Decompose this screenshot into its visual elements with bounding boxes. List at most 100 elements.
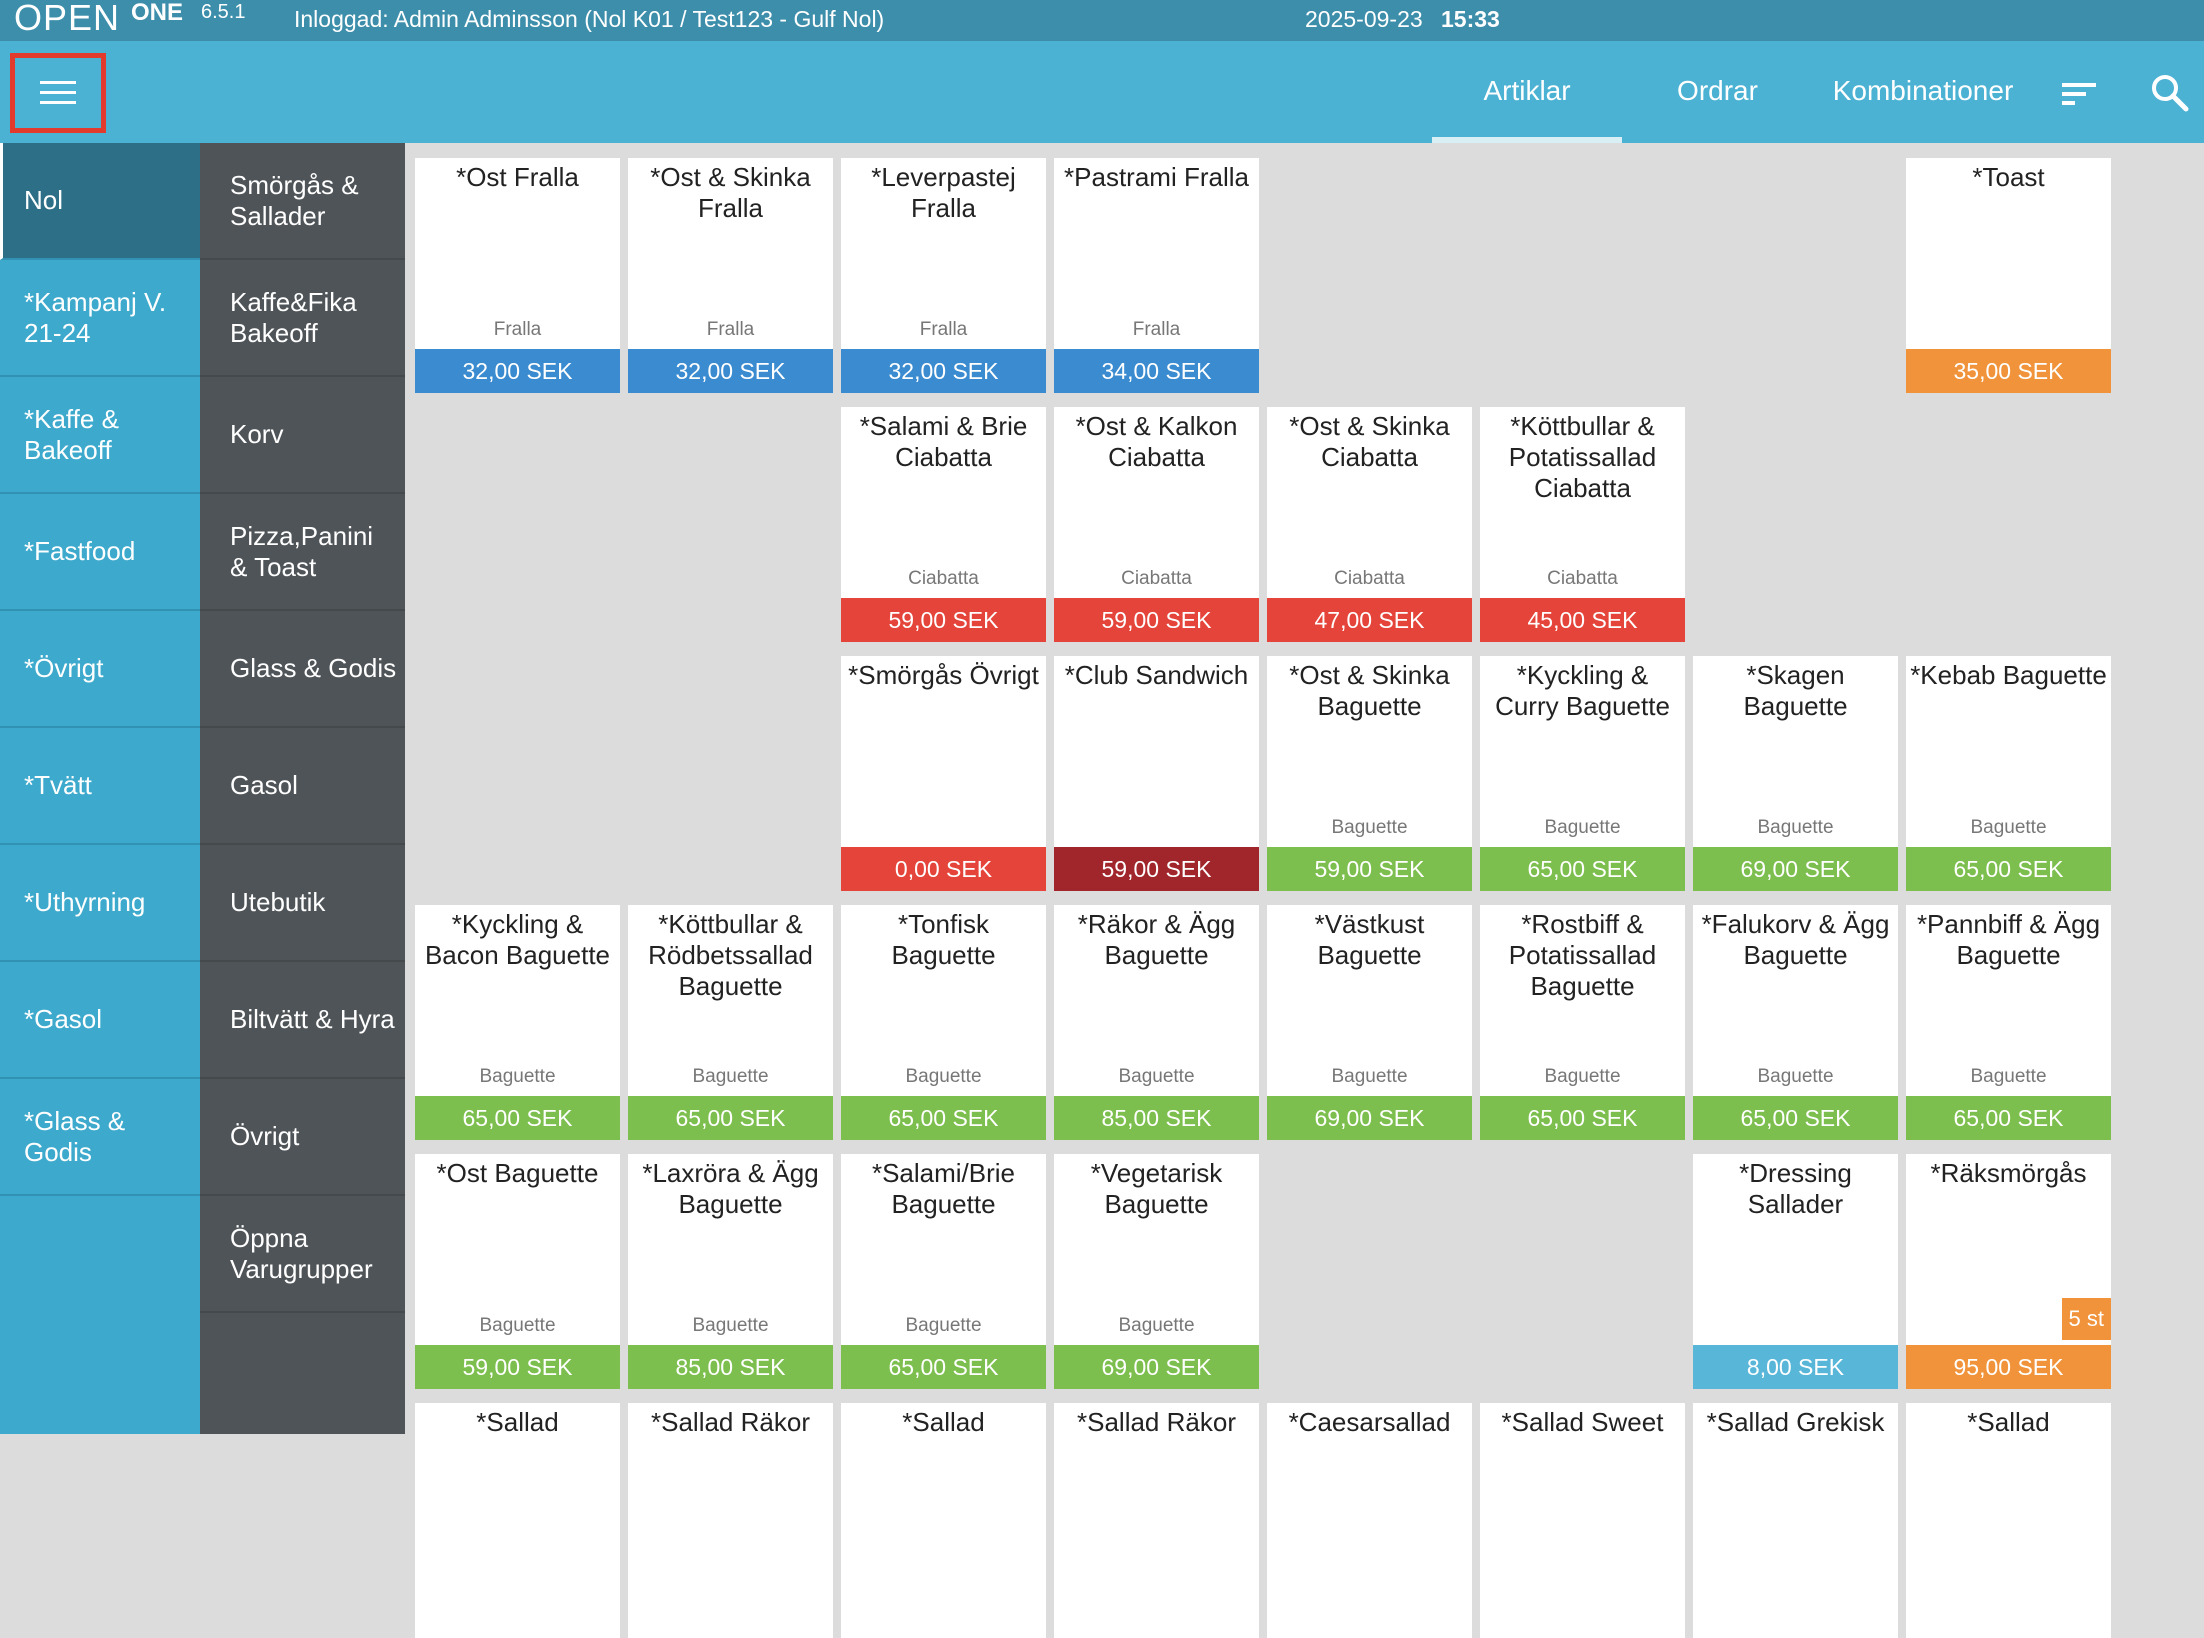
category-item-glass-godis[interactable]: *Glass & Godis	[0, 1079, 200, 1196]
product-name: *Sallad	[476, 1407, 559, 1437]
product-tile[interactable]: *Sallad Grekisk	[1693, 1403, 1898, 1638]
product-tile[interactable]: *Leverpastej Fralla Fralla 32,00 SEK	[841, 158, 1046, 393]
product-tile[interactable]: *Smörgås Övrigt 0,00 SEK	[841, 656, 1046, 891]
logo-one: ONE	[131, 0, 184, 26]
product-tile[interactable]: *Tonfisk Baguette Baguette 65,00 SEK	[841, 905, 1046, 1140]
product-tile[interactable]: *Sallad	[415, 1403, 620, 1638]
category-item-ovrigt[interactable]: *Övrigt	[0, 611, 200, 728]
product-tile[interactable]: *Ost & Skinka Ciabatta Ciabatta 47,00 SEK	[1267, 407, 1472, 642]
product-tile[interactable]: *Sallad Räkor	[1054, 1403, 1259, 1638]
subcategory-item-glass-godis[interactable]: Glass & Godis	[200, 611, 405, 728]
product-category: Ciabatta	[1334, 568, 1405, 589]
product-price: 45,00 SEK	[1480, 598, 1685, 642]
category-column: Nol *Kampanj V. 21-24 *Kaffe & Bakeoff *Fas…	[0, 143, 200, 1434]
menu-button[interactable]	[10, 53, 106, 133]
product-tile[interactable]: *Köttbullar & Potatissallad Ciabatta Ciab…	[1480, 407, 1685, 642]
product-tile[interactable]: *Caesarsallad	[1267, 1403, 1472, 1638]
product-tile[interactable]: *Kyckling & Bacon Baguette Baguette 65,00 …	[415, 905, 620, 1140]
subcategory-item-korv[interactable]: Korv	[200, 377, 405, 494]
product-name: *Caesarsallad	[1288, 1407, 1451, 1437]
product-tile[interactable]: *Kyckling & Curry Baguette Baguette 65,00 …	[1480, 656, 1685, 891]
subcategory-item-utebutik[interactable]: Utebutik	[200, 845, 405, 962]
product-tile[interactable]: *Toast 35,00 SEK	[1906, 158, 2111, 393]
product-tile[interactable]: *Salami/Brie Baguette Baguette 65,00 SEK	[841, 1154, 1046, 1389]
product-tile[interactable]: *Dressing Sallader 8,00 SEK	[1693, 1154, 1898, 1389]
subcategory-item-smorgas-sallader[interactable]: Smörgås & Sallader	[200, 143, 405, 260]
product-category: Baguette	[905, 1066, 982, 1087]
category-item-gasol[interactable]: *Gasol	[0, 962, 200, 1079]
product-tile[interactable]: *Rostbiff & Potatissallad Baguette Baguet…	[1480, 905, 1685, 1140]
product-name: *Dressing Sallader	[1739, 1158, 1852, 1219]
product-tile[interactable]: *Salami & Brie Ciabatta Ciabatta 59,00 SEK	[841, 407, 1046, 642]
product-tile[interactable]: *Ost & Skinka Fralla Fralla 32,00 SEK	[628, 158, 833, 393]
product-name: *Tonfisk Baguette	[891, 909, 996, 970]
subcategory-item-biltvatt-hyra[interactable]: Biltvätt & Hyra	[200, 962, 405, 1079]
tab-artiklar[interactable]: Artiklar	[1432, 41, 1622, 143]
navigation-bar: Artiklar Ordrar Kombinationer	[0, 41, 2204, 143]
product-category: Baguette	[479, 1315, 556, 1336]
subcategory-item-pizza-panini-toast[interactable]: Pizza,Panini & Toast	[200, 494, 405, 611]
product-category: Baguette	[905, 1315, 982, 1336]
product-tile[interactable]: *Köttbullar & Rödbetssallad Baguette Bagu…	[628, 905, 833, 1140]
product-category: Baguette	[1331, 817, 1408, 838]
product-tile[interactable]: *Ost & Skinka Baguette Baguette 59,00 SEK	[1267, 656, 1472, 891]
product-tile[interactable]: *Laxröra & Ägg Baguette Baguette 85,00 SEK	[628, 1154, 833, 1389]
product-name: *Ost & Skinka Ciabatta	[1289, 411, 1450, 472]
subcategory-item-kaffe-fika-bakeoff[interactable]: Kaffe&Fika Bakeoff	[200, 260, 405, 377]
category-item-kaffe-bakeoff[interactable]: *Kaffe & Bakeoff	[0, 377, 200, 494]
category-item-nol[interactable]: Nol	[0, 143, 200, 260]
subcategory-item-ovrigt[interactable]: Övrigt	[200, 1079, 405, 1196]
sort-button[interactable]	[2060, 75, 2100, 111]
product-category: Baguette	[1331, 1066, 1408, 1087]
product-name: *Smörgås Övrigt	[848, 660, 1039, 690]
product-category: Baguette	[692, 1315, 769, 1336]
product-tile[interactable]: *Pastrami Fralla Fralla 34,00 SEK	[1054, 158, 1259, 393]
product-name: *Salami/Brie Baguette	[871, 1158, 1016, 1219]
product-name: *Sallad	[902, 1407, 985, 1437]
product-price: 69,00 SEK	[1267, 1096, 1472, 1140]
category-item-kampanj-v-21-24[interactable]: *Kampanj V. 21-24	[0, 260, 200, 377]
product-category: Baguette	[1757, 1066, 1834, 1087]
product-name: *Kyckling & Curry Baguette	[1495, 660, 1670, 721]
product-tile[interactable]: *Räksmörgås 95,00 SEK 5 st	[1906, 1154, 2111, 1389]
product-name: *Toast	[1972, 162, 2045, 192]
category-item-fastfood[interactable]: *Fastfood	[0, 494, 200, 611]
product-tile[interactable]: *Ost & Kalkon Ciabatta Ciabatta 59,00 SEK	[1054, 407, 1259, 642]
product-tile[interactable]: *Sallad Sweet	[1480, 1403, 1685, 1638]
product-tile[interactable]: *Sallad Räkor	[628, 1403, 833, 1638]
product-price: 32,00 SEK	[841, 349, 1046, 393]
category-item-uthyrning[interactable]: *Uthyrning	[0, 845, 200, 962]
category-item-tvatt[interactable]: *Tvätt	[0, 728, 200, 845]
subcategory-item-oppna-varugrupper[interactable]: Öppna Varugrupper	[200, 1196, 405, 1313]
product-category: Baguette	[1544, 817, 1621, 838]
product-tile[interactable]: *Västkust Baguette Baguette 69,00 SEK	[1267, 905, 1472, 1140]
product-tile[interactable]: *Räkor & Ägg Baguette Baguette 85,00 SEK	[1054, 905, 1259, 1140]
product-tile[interactable]: *Pannbiff & Ägg Baguette Baguette 65,00 SE…	[1906, 905, 2111, 1140]
product-tile[interactable]: *Club Sandwich 59,00 SEK	[1054, 656, 1259, 891]
product-name: *Ost Fralla	[456, 162, 579, 192]
product-price: 65,00 SEK	[1906, 847, 2111, 891]
product-name: *Räkor & Ägg Baguette	[1077, 909, 1236, 970]
product-price: 59,00 SEK	[1054, 847, 1259, 891]
tab-kombinationer[interactable]: Kombinationer	[1808, 41, 2038, 143]
product-category: Fralla	[919, 319, 968, 340]
tab-ordrar[interactable]: Ordrar	[1650, 41, 1785, 143]
product-tile[interactable]: *Ost Fralla Fralla 32,00 SEK	[415, 158, 620, 393]
product-tile[interactable]: *Kebab Baguette Baguette 65,00 SEK	[1906, 656, 2111, 891]
product-price: 32,00 SEK	[415, 349, 620, 393]
product-tile[interactable]: *Skagen Baguette Baguette 69,00 SEK	[1693, 656, 1898, 891]
product-tile[interactable]: *Ost Baguette Baguette 59,00 SEK	[415, 1154, 620, 1389]
product-name: *Vegetarisk Baguette	[1090, 1158, 1223, 1219]
product-price: 65,00 SEK	[415, 1096, 620, 1140]
product-tile[interactable]: *Sallad	[841, 1403, 1046, 1638]
product-tile[interactable]: *Vegetarisk Baguette Baguette 69,00 SEK	[1054, 1154, 1259, 1389]
product-tile[interactable]: *Falukorv & Ägg Baguette Baguette 65,00 SE…	[1693, 905, 1898, 1140]
search-button[interactable]	[2150, 73, 2190, 113]
product-category: Baguette	[692, 1066, 769, 1087]
product-tile[interactable]: *Sallad	[1906, 1403, 2111, 1638]
subcategory-item-gasol[interactable]: Gasol	[200, 728, 405, 845]
product-price: 65,00 SEK	[1480, 847, 1685, 891]
login-info: Inloggad: Admin Adminsson (Nol K01 / Tes…	[294, 6, 885, 32]
product-category: Baguette	[1970, 1066, 2047, 1087]
product-name: *Köttbullar & Potatissallad Ciabatta	[1508, 411, 1657, 503]
